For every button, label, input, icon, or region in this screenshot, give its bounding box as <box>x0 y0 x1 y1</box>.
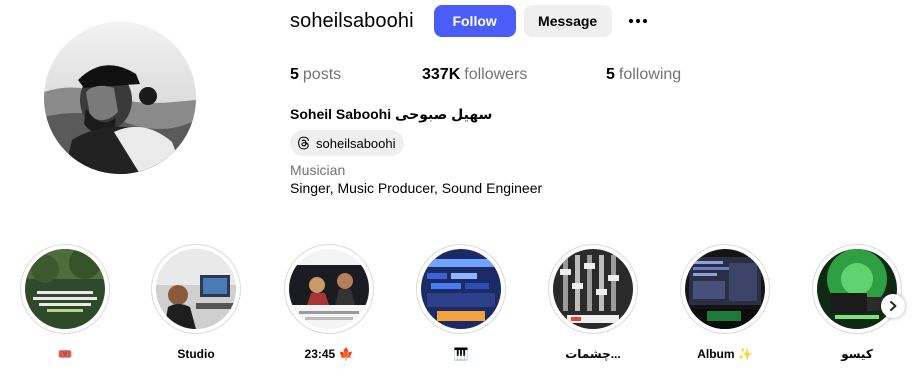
highlight-ring <box>548 244 638 334</box>
threads-icon <box>296 135 312 151</box>
highlight-cover <box>156 249 236 329</box>
highlight-label: Studio <box>177 347 215 361</box>
highlight-label: Album ✨ <box>697 347 753 361</box>
highlight-label: 23:45 🍁 <box>304 347 354 361</box>
highlight-item[interactable]: Album ✨ <box>680 244 770 362</box>
stat-followers-label: followers <box>464 66 528 83</box>
highlight-label: چشمات... <box>565 347 621 361</box>
highlight-item[interactable]: 🎹 <box>416 244 506 362</box>
highlight-cover <box>421 249 501 329</box>
highlight-ring <box>20 244 110 334</box>
highlight-item[interactable]: 🎟️ <box>20 244 110 362</box>
highlight-ring <box>812 244 902 334</box>
highlight-ring <box>680 244 770 334</box>
highlight-cover <box>553 249 633 329</box>
profile-bio: Singer, Music Producer, Sound Engineer <box>290 180 543 196</box>
highlight-ring <box>151 244 241 334</box>
follow-button[interactable]: Follow <box>433 5 516 37</box>
highlight-item[interactable]: 23:45 🍁 <box>284 244 374 362</box>
highlight-label: 🎹 <box>453 347 469 361</box>
highlight-label: 🎟️ <box>57 347 73 361</box>
stat-posts-label: posts <box>302 66 342 83</box>
highlight-item[interactable]: Studio <box>151 244 241 362</box>
profile-avatar[interactable] <box>44 22 196 174</box>
highlight-item[interactable]: چشمات... <box>548 244 638 362</box>
profile-stats: 5 posts 337K followers 5 following <box>290 66 721 84</box>
stat-followers-count: 337K <box>422 66 461 83</box>
profile-category: Musician <box>290 162 346 178</box>
stat-followers[interactable]: 337K followers <box>422 66 566 84</box>
highlight-cover <box>289 249 369 329</box>
highlights-next-button[interactable] <box>881 294 905 318</box>
threads-handle: soheilsaboohi <box>316 135 396 151</box>
story-highlights: 🎟️ Studio 23:45 🍁 🎹 چشمات... Album ✨ کیس… <box>0 244 920 374</box>
profile-username: soheilsaboohi <box>290 9 414 32</box>
highlight-cover <box>817 249 897 329</box>
profile-full-name: Soheil Saboohi سهیل صبوحی <box>290 106 493 122</box>
highlight-ring <box>416 244 506 334</box>
stat-following[interactable]: 5 following <box>606 66 681 84</box>
highlight-cover <box>685 249 765 329</box>
more-dots-icon[interactable] <box>626 9 650 33</box>
stat-posts[interactable]: 5 posts <box>290 66 382 84</box>
highlight-ring <box>284 244 374 334</box>
highlight-label: کیسو <box>841 347 873 361</box>
threads-link[interactable]: soheilsaboohi <box>290 130 404 156</box>
highlight-cover <box>25 249 105 329</box>
message-button[interactable]: Message <box>523 5 612 37</box>
stat-following-count: 5 <box>606 66 615 83</box>
chevron-right-icon <box>887 300 899 312</box>
stat-posts-count: 5 <box>290 66 299 83</box>
stat-following-label: following <box>618 66 682 83</box>
profile-header: soheilsaboohi Follow Message <box>290 5 650 37</box>
